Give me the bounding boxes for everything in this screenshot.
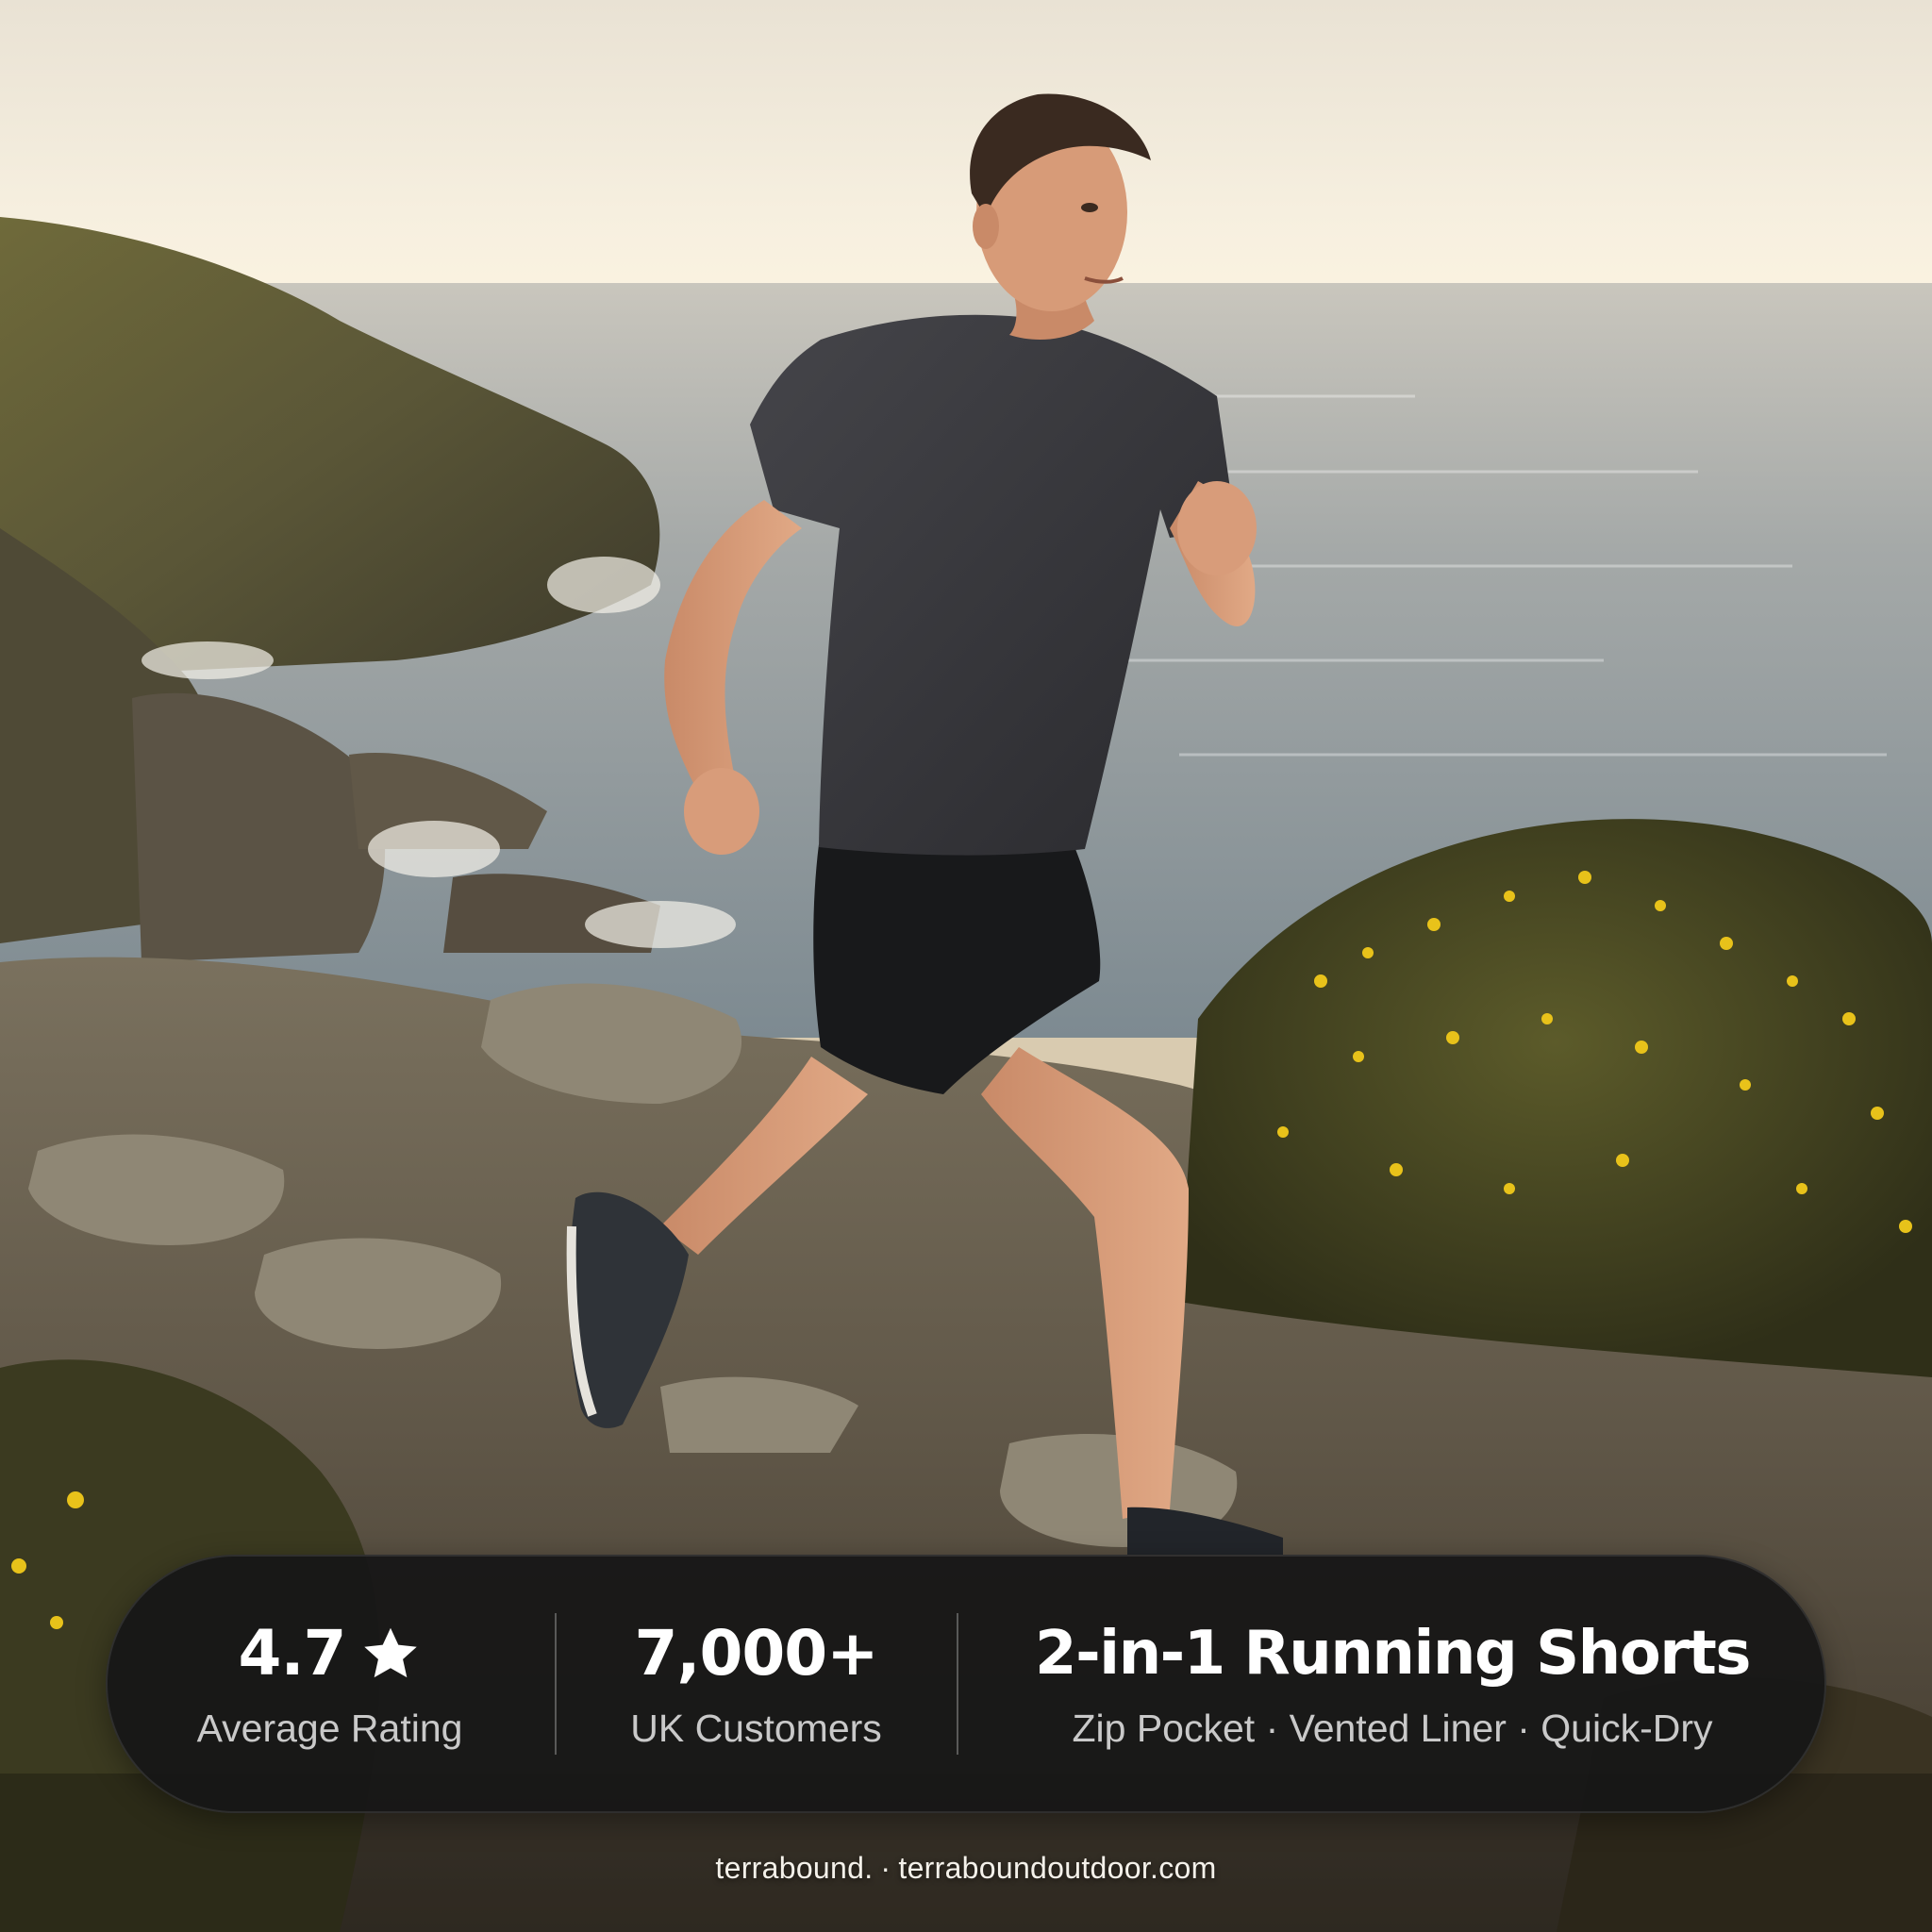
product-features: Zip Pocket · Vented Liner · Quick-Dry [1072,1707,1713,1750]
product-stat: 2-in-1 Running Shorts Zip Pocket · Vente… [958,1555,1826,1813]
footer-separator: · [880,1851,891,1885]
stats-pill: 4.7 Average Rating 7,000+ UK Customers 2… [106,1555,1826,1813]
customers-stat: 7,000+ UK Customers [556,1555,957,1813]
customers-value: 7,000+ [634,1617,878,1690]
footer: terrabound. · terraboundoutdoor.com [0,1849,1932,1887]
brand-name: terrabound. [715,1851,874,1885]
website-link[interactable]: terraboundoutdoor.com [898,1851,1216,1885]
rating-value-row: 4.7 [239,1616,422,1691]
customers-label: UK Customers [630,1707,882,1750]
product-name: 2-in-1 Running Shorts [1035,1619,1751,1689]
star-icon [364,1627,418,1678]
rating-label: Average Rating [196,1707,463,1750]
rating-stat: 4.7 Average Rating [106,1555,554,1813]
ad-canvas: 4.7 Average Rating 7,000+ UK Customers 2… [0,0,1932,1932]
rating-value: 4.7 [238,1617,347,1690]
